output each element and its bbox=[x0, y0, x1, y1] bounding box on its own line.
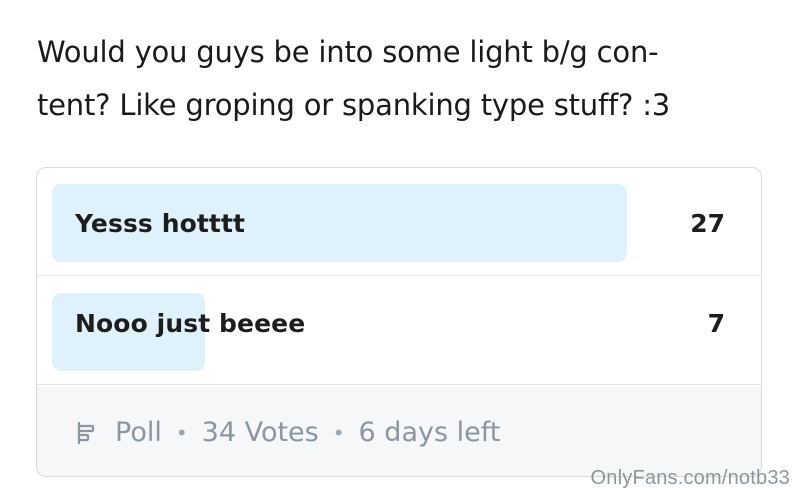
post-text-line-1: Would you guys be into some light b/g co… bbox=[37, 35, 659, 69]
poll-option-1[interactable]: Yesss hotttt 27 bbox=[37, 168, 761, 276]
poll-option-2-label: Nooo just beeee bbox=[75, 309, 306, 338]
poll-option-1-count: 27 bbox=[690, 209, 725, 238]
poll-type-label: Poll bbox=[115, 417, 162, 448]
poll-vote-count: 34 Votes bbox=[201, 417, 319, 448]
poll-card: Yesss hotttt 27 Nooo just beeee 7 Poll •… bbox=[36, 167, 762, 477]
watermark: OnlyFans.com/notb33 bbox=[590, 467, 790, 489]
poll-option-2-count: 7 bbox=[707, 309, 725, 338]
post-text-line-2: tent? Like groping or spanking type stuf… bbox=[37, 88, 671, 122]
separator-dot: • bbox=[332, 420, 345, 445]
poll-footer: Poll • 34 Votes • 6 days left bbox=[37, 387, 761, 476]
poll-icon bbox=[75, 419, 103, 447]
poll-option-1-label: Yesss hotttt bbox=[75, 209, 246, 238]
separator-dot: • bbox=[175, 420, 188, 445]
poll-time-left: 6 days left bbox=[358, 417, 501, 448]
post-text: Would you guys be into some light b/g co… bbox=[37, 26, 757, 132]
poll-option-2[interactable]: Nooo just beeee 7 bbox=[37, 277, 761, 385]
